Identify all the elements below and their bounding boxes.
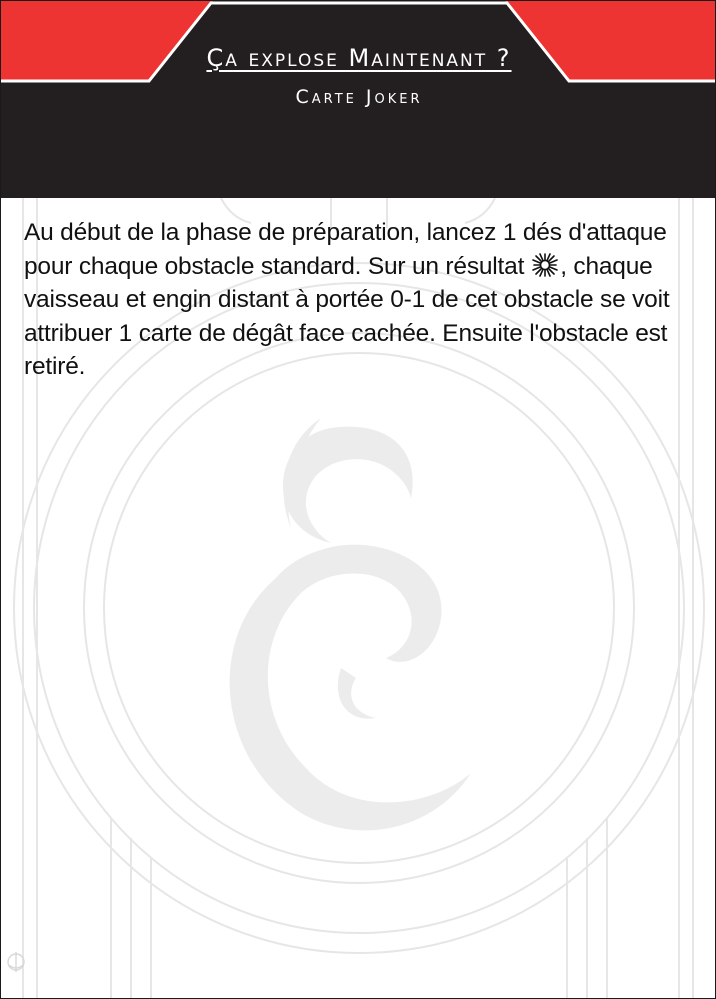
card-title: Ça explose Maintenant ?: [206, 44, 512, 72]
card-ability-text: Au début de la phase de préparation, lan…: [24, 216, 704, 384]
hit-icon: [532, 252, 558, 277]
card-subtitle: Carte Joker: [295, 86, 423, 108]
rebel-alliance-icon: [7, 952, 25, 972]
card-header: Ça explose Maintenant ? Carte Joker: [1, 1, 715, 198]
joker-card: Ça explose Maintenant ? Carte Joker Au d…: [0, 0, 716, 999]
